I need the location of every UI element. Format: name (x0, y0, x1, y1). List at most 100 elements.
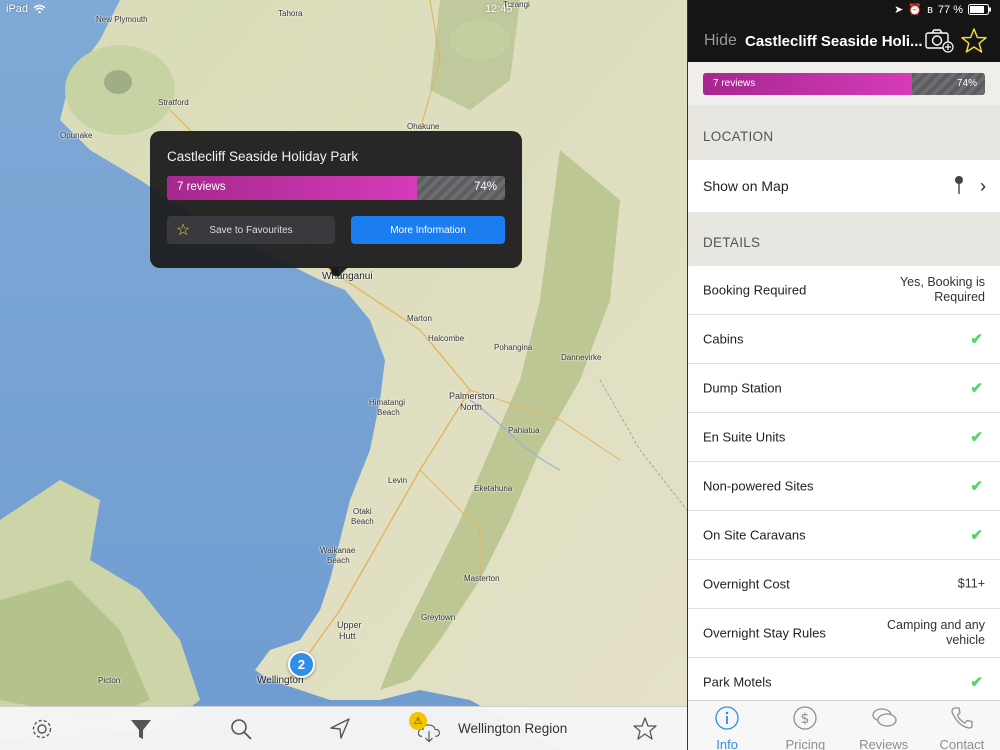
location-services-icon: ➤ (894, 4, 904, 16)
place-label: Opunake (60, 131, 93, 140)
rating-percent: 74% (956, 78, 977, 89)
location-header: LOCATION (688, 107, 1000, 160)
panel-rating-section: 7 reviews 74% (688, 62, 1000, 107)
pin-icon (955, 176, 963, 194)
place-label: Stratford (158, 98, 189, 107)
detail-panel: ➤ ⏰ ʙ 77 % Hide Castlecliff Seaside Holi… (687, 0, 1000, 750)
detail-row: Booking Required Yes, Booking is Required (688, 266, 1000, 315)
gear-icon[interactable] (29, 716, 55, 742)
detail-key: Dump Station (703, 380, 782, 396)
details-list: Booking Required Yes, Booking is Required… (688, 266, 1000, 707)
detail-row: Overnight Cost $11+ (688, 560, 1000, 609)
detail-key: Non-powered Sites (703, 478, 814, 494)
place-label: Waikanae (320, 546, 356, 555)
checkmark-icon: ✔ (970, 674, 983, 691)
detail-key: On Site Caravans (703, 527, 806, 543)
tab-pricing[interactable]: $ Pricing (766, 701, 844, 750)
detail-value: $11+ (957, 576, 985, 591)
warning-icon: ⚠ (409, 712, 427, 730)
map-view[interactable]: New Plymouth Tahora Turangi Stratford Op… (0, 0, 687, 750)
detail-key: Overnight Cost (703, 576, 790, 592)
checkmark-icon: ✔ (970, 478, 983, 495)
detail-key: Booking Required (703, 282, 807, 298)
panel-header: ➤ ⏰ ʙ 77 % Hide Castlecliff Seaside Holi… (688, 0, 1000, 62)
info-icon (715, 706, 739, 730)
detail-row: Non-powered Sites ✔ (688, 462, 1000, 511)
detail-value: Camping and any vehicle (887, 618, 985, 647)
alarm-icon: ⏰ (908, 4, 923, 16)
speech-bubbles-icon (871, 708, 897, 727)
place-label: Beach (327, 556, 350, 565)
checkmark-icon: ✔ (970, 331, 983, 348)
detail-row: Overnight Stay Rules Camping and any vehi… (688, 609, 1000, 658)
phone-icon (951, 707, 973, 729)
detail-row: On Site Caravans ✔ (688, 511, 1000, 560)
reviews-count: 7 reviews (177, 181, 226, 193)
detail-row: En Suite Units ✔ (688, 413, 1000, 462)
place-label: Palmerston (449, 391, 495, 401)
svg-text:$: $ (801, 711, 810, 727)
place-label: Himatangi (369, 398, 406, 407)
place-label: Eketahuna (474, 484, 513, 493)
filter-icon[interactable] (128, 716, 154, 742)
checkmark-icon: ✔ (970, 429, 983, 446)
detail-value: Yes, Booking is Required (899, 275, 985, 304)
detail-row: Dump Station ✔ (688, 364, 1000, 413)
tab-bar: Info $ Pricing Reviews Contact (688, 700, 1000, 750)
place-label: Masterton (464, 574, 500, 583)
region-label[interactable]: Wellington Region (458, 721, 567, 736)
tab-label: Reviews (859, 737, 909, 750)
detail-key: Park Motels (703, 674, 772, 690)
place-label: Beach (351, 517, 374, 526)
tab-reviews[interactable]: Reviews (845, 701, 923, 750)
show-on-map-label: Show on Map (703, 178, 789, 194)
place-label: Hutt (339, 631, 356, 641)
save-to-favourites-button[interactable]: ☆ Save to Favourites (167, 216, 335, 244)
favourite-star-icon[interactable] (960, 27, 988, 55)
hide-button[interactable]: Hide (704, 32, 737, 50)
place-label: Upper (337, 620, 362, 630)
rating-percent: 74% (473, 181, 497, 193)
cluster-marker[interactable]: 2 (288, 651, 315, 678)
location-arrow-icon[interactable] (327, 716, 353, 742)
status-bar-right: ➤ ⏰ ʙ 77 % (894, 3, 992, 16)
place-label: Pahiatua (508, 426, 540, 435)
status-bar-left: iPad (6, 3, 46, 15)
place-label: Pohangina (494, 343, 533, 352)
bluetooth-icon: ʙ (927, 3, 933, 16)
dollar-icon: $ (793, 706, 818, 730)
detail-key: Overnight Stay Rules (703, 625, 826, 641)
panel-rating-bar: 7 reviews 74% (703, 73, 985, 95)
status-time: 12:45 (485, 3, 513, 15)
star-icon[interactable] (632, 716, 658, 742)
place-label: Picton (98, 676, 121, 685)
park-popup: Castlecliff Seaside Holiday Park 7 revie… (150, 131, 522, 277)
add-photo-camera-icon[interactable] (924, 27, 954, 53)
more-information-button[interactable]: More Information (351, 216, 505, 244)
search-icon[interactable] (228, 716, 254, 742)
save-label: Save to Favourites (209, 224, 293, 236)
place-label: Marton (407, 314, 432, 323)
map-toolbar: ⚠ Wellington Region (0, 706, 687, 750)
reviews-count: 7 reviews (713, 78, 756, 89)
place-label: New Plymouth (96, 15, 148, 24)
panel-title: Castlecliff Seaside Holi... (745, 33, 923, 50)
battery-percent: 77 % (937, 3, 963, 16)
detail-key: Cabins (703, 331, 744, 347)
place-label: Greytown (421, 613, 456, 622)
place-label: Otaki (353, 507, 372, 516)
tab-info[interactable]: Info (688, 701, 766, 750)
place-label: North (460, 402, 483, 412)
place-label: Tahora (278, 9, 303, 18)
details-header: DETAILS (688, 213, 1000, 266)
show-on-map-row[interactable]: Show on Map › (688, 160, 1000, 213)
wifi-icon (33, 4, 46, 14)
tab-label: Info (716, 737, 738, 750)
popup-rating-bar: 7 reviews 74% (167, 176, 505, 200)
place-label: Ohakune (407, 122, 440, 131)
popup-arrow (328, 267, 348, 277)
tab-contact[interactable]: Contact (923, 701, 1000, 750)
battery-icon (968, 4, 991, 15)
checkmark-icon: ✔ (970, 380, 983, 397)
chevron-right-icon: › (980, 176, 986, 196)
